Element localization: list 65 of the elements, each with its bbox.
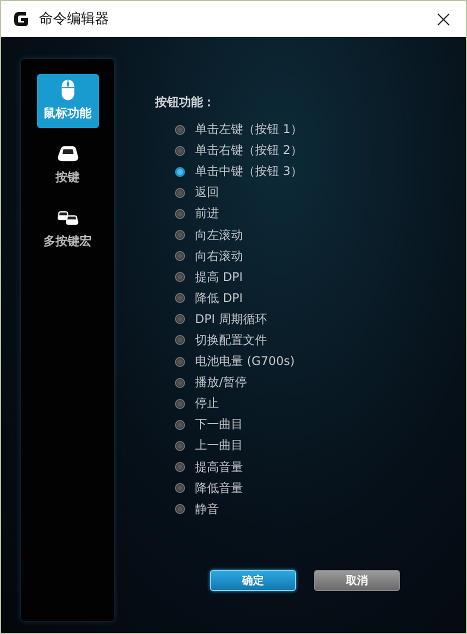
- radio-option[interactable]: 停止: [175, 393, 466, 414]
- confirm-button[interactable]: 确定: [210, 570, 296, 591]
- option-label: 停止: [195, 395, 219, 412]
- radio-option[interactable]: 降低 DPI: [175, 288, 466, 309]
- section-label: 按钮功能：: [155, 94, 216, 111]
- option-label: 单击右键（按钮 2）: [195, 142, 302, 160]
- option-label: 向右滚动: [195, 248, 243, 265]
- option-label: 电池电量 (G700s): [195, 353, 295, 370]
- option-label: 单击左键（按钮 1）: [195, 121, 302, 138]
- option-label: 降低 DPI: [195, 290, 243, 307]
- radio-option[interactable]: 静音: [175, 498, 466, 520]
- radio-button[interactable]: [175, 504, 185, 514]
- radio-option[interactable]: 单击左键（按钮 1）: [175, 119, 466, 140]
- radio-option[interactable]: 提高音量: [175, 456, 466, 478]
- option-label: 前进: [195, 205, 219, 222]
- radio-button[interactable]: [175, 251, 185, 262]
- radio-button[interactable]: [175, 462, 185, 472]
- option-label: 播放/暂停: [195, 374, 248, 392]
- radio-button[interactable]: [175, 146, 185, 156]
- radio-button[interactable]: [175, 378, 185, 388]
- radio-option[interactable]: 前进: [175, 203, 466, 224]
- option-label: DPI 周期循环: [195, 310, 267, 328]
- radio-option[interactable]: 向右滚动: [175, 246, 466, 267]
- radio-button[interactable]: [175, 440, 185, 451]
- radio-option[interactable]: 单击中键（按钮 3）: [175, 161, 466, 182]
- radio-button[interactable]: [175, 293, 185, 304]
- sidebar-item[interactable]: 按键: [36, 138, 98, 192]
- radio-option[interactable]: 单击右键（按钮 2）: [175, 140, 466, 162]
- radio-option[interactable]: 电池电量 (G700s): [175, 351, 466, 372]
- option-label: 静音: [195, 500, 219, 518]
- radio-button[interactable]: [175, 335, 185, 346]
- option-label: 切换配置文件: [195, 332, 267, 349]
- logo-icon: [11, 9, 31, 29]
- option-label: 向左滚动: [195, 226, 243, 244]
- sidebar-item[interactable]: 多按键宏: [36, 202, 98, 256]
- radio-option[interactable]: 向左滚动: [175, 224, 466, 246]
- cancel-button[interactable]: 取消: [314, 570, 400, 591]
- radio-button[interactable]: [175, 483, 185, 494]
- radio-button[interactable]: [175, 124, 185, 135]
- radio-button[interactable]: [175, 398, 185, 409]
- radio-option[interactable]: DPI 周期循环: [175, 308, 466, 330]
- option-label: 提高音量: [195, 458, 243, 476]
- radio-button[interactable]: [175, 208, 185, 219]
- option-label: 单击中键（按钮 3）: [195, 163, 302, 180]
- radio-option[interactable]: 切换配置文件: [175, 330, 466, 352]
- close-icon[interactable]: [437, 12, 450, 26]
- radio-option[interactable]: 上一曲目: [175, 435, 466, 456]
- option-label: 下一曲目: [195, 416, 243, 434]
- radio-button[interactable]: [175, 230, 185, 240]
- radio-button[interactable]: [175, 272, 185, 282]
- radio-option[interactable]: 播放/暂停: [175, 372, 466, 394]
- radio-button[interactable]: [175, 188, 185, 198]
- option-label: 提高 DPI: [195, 268, 243, 286]
- option-label: 上一曲目: [195, 437, 243, 454]
- option-label: 降低音量: [195, 480, 243, 497]
- radio-button[interactable]: [175, 356, 185, 367]
- radio-button[interactable]: [175, 166, 185, 177]
- radio-option[interactable]: 提高 DPI: [175, 266, 466, 288]
- radio-option[interactable]: 降低音量: [175, 478, 466, 499]
- radio-option[interactable]: 返回: [175, 182, 466, 204]
- radio-button[interactable]: [175, 420, 185, 430]
- radio-option[interactable]: 下一曲目: [175, 414, 466, 436]
- window-title: 命令编辑器: [39, 10, 110, 28]
- radio-button[interactable]: [175, 314, 185, 324]
- option-label: 返回: [195, 184, 219, 202]
